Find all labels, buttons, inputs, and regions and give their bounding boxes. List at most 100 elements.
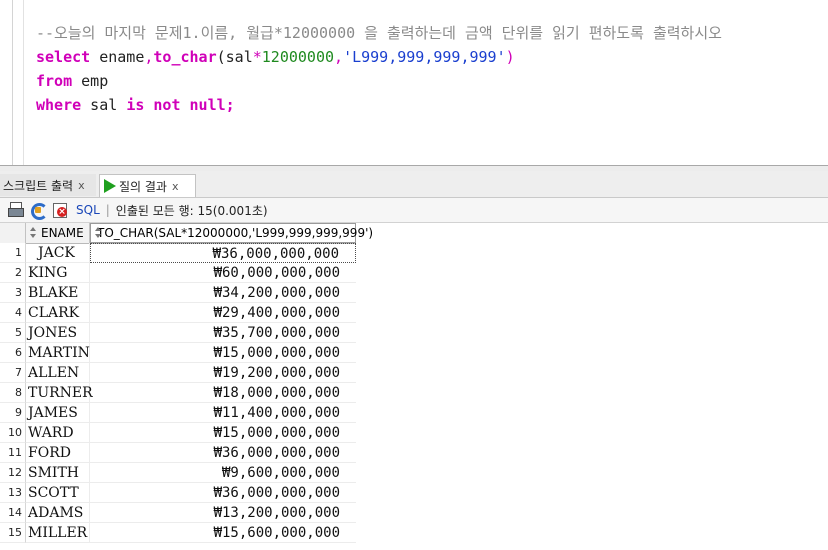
row-number[interactable]: 4	[0, 303, 26, 323]
toolbar-separator: |	[105, 203, 110, 217]
table-row[interactable]: 7 ALLEN ₩19,200,000,000	[0, 363, 356, 383]
column-header-to-char[interactable]: TO_CHAR(SAL*12000000,'L999,999,999,999')	[90, 223, 373, 243]
table-row[interactable]: 15 MILLER ₩15,600,000,000	[0, 523, 356, 543]
cell-to-char[interactable]: ₩13,200,000,000	[90, 503, 356, 523]
table-row[interactable]: 2 KING ₩60,000,000,000	[0, 263, 356, 283]
row-number[interactable]: 5	[0, 323, 26, 343]
table-row[interactable]: 3 BLAKE ₩34,200,000,000	[0, 283, 356, 303]
cell-ename[interactable]: ADAMS	[26, 503, 90, 523]
cell-ename[interactable]: TURNER	[26, 383, 93, 403]
code-token: where	[36, 96, 82, 114]
cell-to-char[interactable]: ₩9,600,000,000	[90, 463, 356, 483]
grid-header: ENAME TO_CHAR(SAL*12000000,'L999,999,999…	[0, 223, 373, 244]
cell-ename[interactable]: JONES	[26, 323, 90, 343]
row-number[interactable]: 14	[0, 503, 26, 523]
cell-ename[interactable]: FORD	[26, 443, 90, 463]
row-number[interactable]: 1	[0, 243, 26, 263]
table-row[interactable]: 14 ADAMS ₩13,200,000,000	[0, 503, 356, 523]
cell-to-char[interactable]: ₩36,000,000,000	[90, 443, 356, 463]
row-number[interactable]: 11	[0, 443, 26, 463]
cell-to-char[interactable]: ₩15,000,000,000	[90, 423, 356, 443]
table-row[interactable]: 1 JACK ₩36,000,000,000	[0, 243, 356, 263]
cell-ename[interactable]: KING	[26, 263, 90, 283]
table-row[interactable]: 8 TURNER ₩18,000,000,000	[0, 383, 356, 403]
table-row[interactable]: 6 MARTIN ₩15,000,000,000	[0, 343, 356, 363]
tab-query-result[interactable]: 질의 결과 x	[99, 174, 196, 197]
row-number[interactable]: 10	[0, 423, 26, 443]
cell-to-char[interactable]: ₩15,600,000,000	[90, 523, 356, 543]
row-number[interactable]: 6	[0, 343, 26, 363]
table-row[interactable]: 9 JAMES ₩11,400,000,000	[0, 403, 356, 423]
table-row[interactable]: 11 FORD ₩36,000,000,000	[0, 443, 356, 463]
code-token: )	[505, 48, 515, 66]
result-toolbar: × SQL | 인출된 모든 행: 15(0.001초)	[0, 198, 828, 223]
output-tab-bar: 스크립트 출력 x 질의 결과 x	[0, 171, 828, 198]
fetch-status: 인출된 모든 행: 15(0.001초)	[115, 203, 268, 218]
cell-to-char[interactable]: ₩11,400,000,000	[90, 403, 356, 423]
print-icon[interactable]	[8, 202, 24, 218]
table-row[interactable]: 10 WARD ₩15,000,000,000	[0, 423, 356, 443]
tab-script-output[interactable]: 스크립트 출력 x	[0, 174, 96, 196]
row-number[interactable]: 2	[0, 263, 26, 283]
sql-code[interactable]: --오늘의 마지막 문제1.이름, 월급*12000000 을 출력하는데 금액…	[36, 21, 722, 117]
row-number-header	[0, 223, 26, 243]
grid-rows: 1 JACK ₩36,000,000,000 2 KING ₩60,000,000,000…	[0, 243, 356, 543]
code-token: sal	[81, 96, 127, 114]
cell-ename[interactable]: JAMES	[26, 403, 90, 423]
code-token: (sal	[216, 48, 253, 66]
code-line[interactable]: select ename,to_char(sal*12000000,'L999,…	[36, 45, 722, 69]
cell-to-char[interactable]: ₩18,000,000,000	[90, 383, 356, 403]
close-icon[interactable]: x	[78, 179, 85, 192]
row-number[interactable]: 13	[0, 483, 26, 503]
column-header-ename[interactable]: ENAME	[26, 223, 90, 243]
cell-ename[interactable]: SMITH	[26, 463, 90, 483]
table-row[interactable]: 12 SMITH ₩9,600,000,000	[0, 463, 356, 483]
code-line[interactable]: where sal is not null;	[36, 93, 722, 117]
editor-gutter	[12, 0, 13, 165]
close-icon[interactable]: x	[172, 180, 179, 193]
code-token: 'L999,999,999,999'	[343, 48, 506, 66]
cell-to-char[interactable]: ₩60,000,000,000	[90, 263, 356, 283]
cell-ename[interactable]: MARTIN	[26, 343, 90, 363]
cell-ename[interactable]: BLAKE	[26, 283, 90, 303]
code-token: from	[36, 72, 73, 90]
column-header-label: TO_CHAR(SAL*12000000,'L999,999,999,999')	[97, 226, 374, 240]
code-line[interactable]: from emp	[36, 69, 722, 93]
row-number[interactable]: 15	[0, 523, 26, 543]
sql-button[interactable]: SQL	[76, 203, 100, 217]
table-row[interactable]: 5 JONES ₩35,700,000,000	[0, 323, 356, 343]
cell-to-char[interactable]: ₩15,000,000,000	[90, 343, 356, 363]
sql-editor[interactable]: --오늘의 마지막 문제1.이름, 월급*12000000 을 출력하는데 금액…	[0, 0, 828, 165]
refresh-icon[interactable]	[30, 202, 48, 220]
export-icon[interactable]: ×	[52, 202, 68, 218]
cell-ename[interactable]: ALLEN	[26, 363, 90, 383]
cell-ename[interactable]: MILLER	[26, 523, 90, 543]
cell-to-char[interactable]: ₩29,400,000,000	[90, 303, 356, 323]
cell-ename[interactable]: SCOTT	[26, 483, 90, 503]
row-number[interactable]: 8	[0, 383, 26, 403]
result-grid[interactable]: ENAME TO_CHAR(SAL*12000000,'L999,999,999…	[0, 223, 828, 550]
row-number[interactable]: 7	[0, 363, 26, 383]
code-token: --오늘의 마지막 문제1.이름, 월급*12000000 을 출력하는데 금액…	[36, 24, 722, 42]
sort-icon[interactable]	[29, 227, 38, 239]
cell-to-char[interactable]: ₩36,000,000,000	[90, 243, 356, 263]
cell-to-char[interactable]: ₩34,200,000,000	[90, 283, 356, 303]
code-token: emp	[72, 72, 109, 90]
code-token: to_char	[153, 48, 217, 66]
cell-ename[interactable]: WARD	[26, 423, 90, 443]
tab-script-output-label: 스크립트 출력	[3, 178, 74, 193]
code-token: select	[36, 48, 91, 66]
code-token: 12000000	[261, 48, 335, 66]
row-number[interactable]: 12	[0, 463, 26, 483]
cell-to-char[interactable]: ₩19,200,000,000	[90, 363, 356, 383]
cell-ename[interactable]: JACK	[26, 243, 90, 263]
code-token: ,	[334, 48, 344, 66]
row-number[interactable]: 3	[0, 283, 26, 303]
table-row[interactable]: 4 CLARK ₩29,400,000,000	[0, 303, 356, 323]
cell-to-char[interactable]: ₩36,000,000,000	[90, 483, 356, 503]
table-row[interactable]: 13 SCOTT ₩36,000,000,000	[0, 483, 356, 503]
row-number[interactable]: 9	[0, 403, 26, 423]
cell-to-char[interactable]: ₩35,700,000,000	[90, 323, 356, 343]
code-line[interactable]: --오늘의 마지막 문제1.이름, 월급*12000000 을 출력하는데 금액…	[36, 21, 722, 45]
cell-ename[interactable]: CLARK	[26, 303, 90, 323]
